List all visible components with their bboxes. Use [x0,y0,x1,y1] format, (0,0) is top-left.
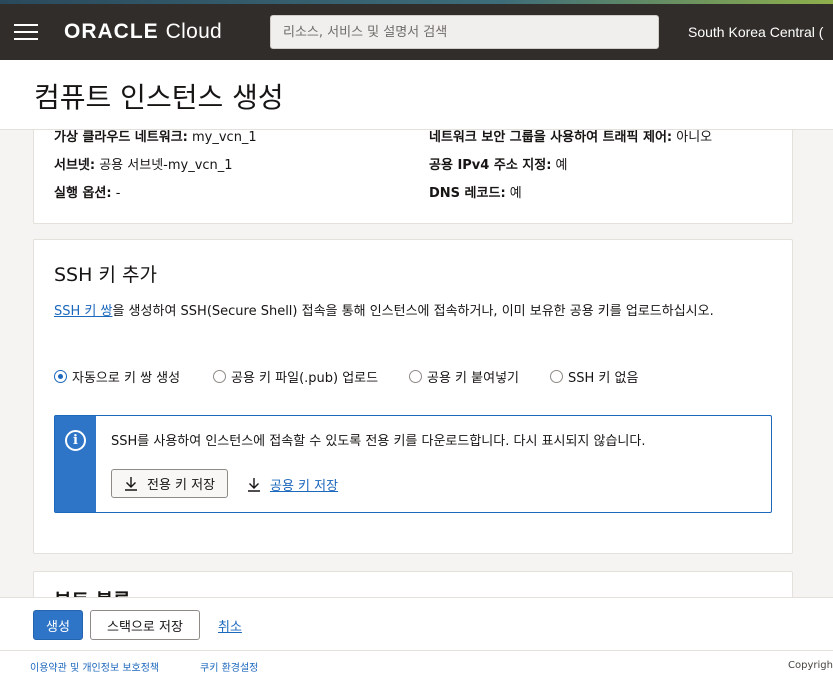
info-icon: i [65,430,86,451]
download-icon [124,476,138,491]
vcn-value: my_vcn_1 [187,130,257,145]
subnet-value: 공용 서브넷-my_vcn_1 [95,158,233,173]
cookie-preferences-link[interactable]: 쿠키 환경설정 [200,659,258,674]
terms-privacy-link[interactable]: 이용약관 및 개인정보 보호정책 [30,659,159,674]
dns-record-field: DNS 레코드: 예 [429,182,522,201]
cancel-link[interactable]: 취소 [218,616,242,635]
radio-no-key-label: SSH 키 없음 [568,371,639,386]
radio-unchecked-icon[interactable] [550,370,563,383]
radio-upload-label: 공용 키 파일(.pub) 업로드 [231,371,379,386]
ssh-info-alert: i SSH를 사용하여 인스턴스에 접속할 수 있도록 전용 키를 다운로드합니… [54,415,772,513]
logo-brand: ORACLE [64,20,159,43]
ssh-key-pair-link[interactable]: SSH 키 쌍 [54,304,112,319]
save-public-key-label: 공용 키 저장 [270,479,339,494]
ssh-description: SSH 키 쌍을 생성하여 SSH(Secure Shell) 접속을 통해 인… [54,303,774,321]
vcn-label: 가상 클라우드 네트워크: [54,130,188,145]
networking-summary-card: 가상 클라우드 네트워크: my_vcn_1 네트워크 보안 그룹을 사용하여 … [33,130,793,224]
launch-options-field: 실행 옵션: - [54,182,120,201]
save-public-key-link[interactable]: 공용 키 저장 [247,475,338,494]
ssh-keys-card: SSH 키 추가 SSH 키 쌍을 생성하여 SSH(Secure Shell)… [33,239,793,554]
page-footer: 이용약관 및 개인정보 보호정책 쿠키 환경설정 Copyrigh [0,650,833,681]
public-ipv4-value: 예 [551,158,568,173]
region-selector[interactable]: South Korea Central ( [688,24,823,40]
radio-upload-public-key[interactable]: 공용 키 파일(.pub) 업로드 [213,367,378,386]
oracle-cloud-logo[interactable]: ORACLE Cloud [64,19,222,44]
save-private-key-label: 전용 키 저장 [147,478,216,493]
radio-paste-public-key[interactable]: 공용 키 붙여넣기 [409,367,519,386]
hamburger-menu-icon[interactable] [14,24,38,40]
save-private-key-button[interactable]: 전용 키 저장 [111,469,229,498]
download-icon [247,477,261,492]
form-content[interactable]: 가상 클라우드 네트워크: my_vcn_1 네트워크 보안 그룹을 사용하여 … [0,130,833,597]
boot-volume-card: 부트 볼륨 [33,571,793,597]
save-as-stack-button[interactable]: 스택으로 저장 [90,610,200,640]
dns-record-label: DNS 레코드: [429,186,506,201]
search-input[interactable] [270,15,659,49]
page-header: 컴퓨트 인스턴스 생성 [0,60,833,130]
radio-unchecked-icon[interactable] [409,370,422,383]
dns-record-value: 예 [505,186,522,201]
create-button[interactable]: 생성 [33,610,83,640]
boot-volume-title: 부트 볼륨 [54,586,131,597]
vcn-field: 가상 클라우드 네트워크: my_vcn_1 [54,130,257,145]
nsg-label: 네트워크 보안 그룹을 사용하여 트래픽 제어: [429,130,673,145]
radio-generate-key-pair[interactable]: 자동으로 키 쌍 생성 [54,367,180,386]
radio-checked-icon[interactable] [54,370,67,383]
form-action-bar: 생성 스택으로 저장 취소 [0,597,833,650]
radio-unchecked-icon[interactable] [213,370,226,383]
page-title: 컴퓨트 인스턴스 생성 [34,81,284,114]
info-stripe: i [55,416,96,512]
public-ipv4-field: 공용 IPv4 주소 지정: 예 [429,154,568,173]
radio-paste-label: 공용 키 붙여넣기 [427,371,519,386]
logo-product: Cloud [165,20,223,43]
subnet-label: 서브넷: [54,158,96,173]
nsg-value: 아니오 [672,130,713,145]
top-navigation-bar: ORACLE Cloud South Korea Central ( [0,4,833,60]
subnet-field: 서브넷: 공용 서브넷-my_vcn_1 [54,154,233,173]
launch-options-value: - [111,186,121,201]
launch-options-label: 실행 옵션: [54,186,112,201]
info-message: SSH를 사용하여 인스턴스에 접속할 수 있도록 전용 키를 다운로드합니다.… [111,434,646,449]
nsg-field: 네트워크 보안 그룹을 사용하여 트래픽 제어: 아니오 [429,130,712,145]
copyright-text: Copyrigh [788,660,833,671]
ssh-description-text: 을 생성하여 SSH(Secure Shell) 접속을 통해 인스턴스에 접속… [112,304,714,319]
radio-generate-label: 자동으로 키 쌍 생성 [72,371,181,386]
public-ipv4-label: 공용 IPv4 주소 지정: [429,158,552,173]
ssh-section-title: SSH 키 추가 [54,264,157,286]
radio-no-ssh-key[interactable]: SSH 키 없음 [550,367,638,386]
